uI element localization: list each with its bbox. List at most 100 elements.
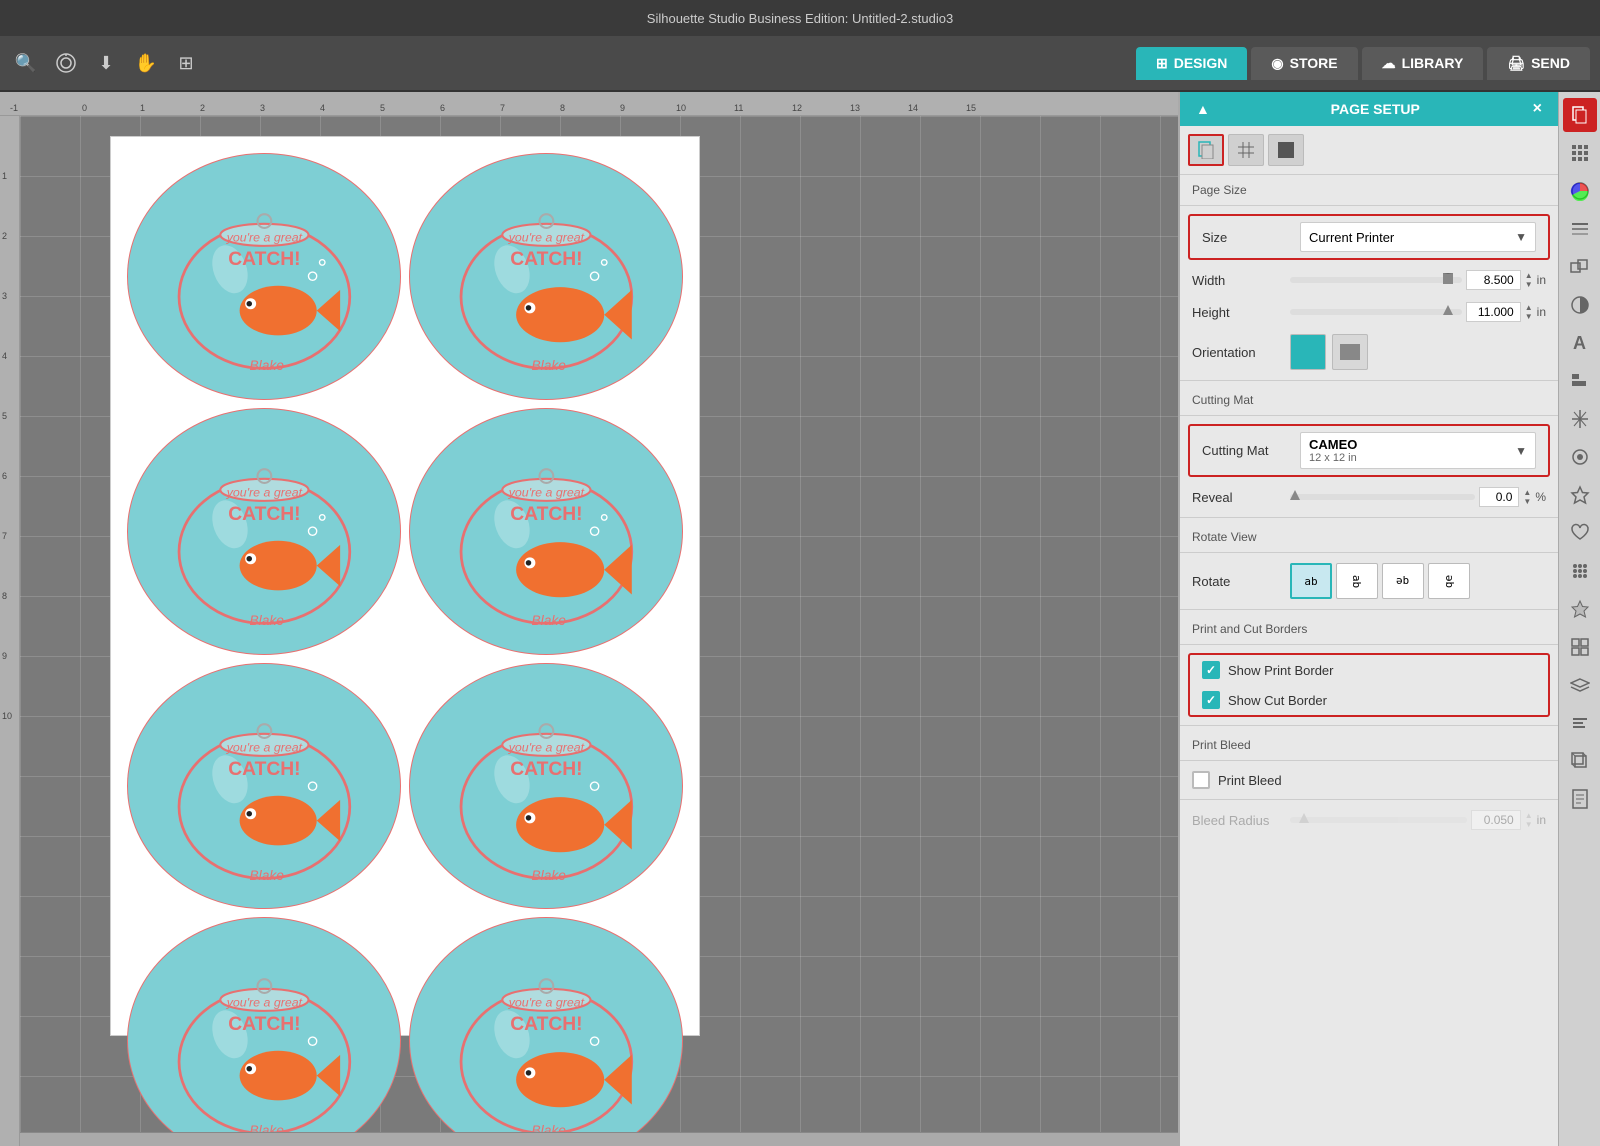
panel-title: PAGE SETUP — [1218, 101, 1533, 117]
svg-text:CATCH!: CATCH! — [510, 1014, 582, 1035]
reveal-slider-thumb — [1290, 490, 1300, 500]
width-value[interactable]: 8.500 — [1466, 270, 1521, 290]
tab-store[interactable]: ◉ STORE — [1251, 47, 1357, 80]
width-down-arrow[interactable]: ▼ — [1525, 280, 1533, 289]
fishbowl-1: you're a great CATCH! -Blake — [127, 153, 401, 400]
rotate-btn-90[interactable]: ab — [1336, 563, 1378, 599]
rotate-btn-270[interactable]: qe — [1428, 563, 1470, 599]
svg-text:you're a great: you're a great — [225, 995, 302, 1009]
zoom-fit-tool-icon[interactable] — [50, 47, 82, 79]
cutting-mat-dropdown-arrow: ▼ — [1515, 444, 1527, 458]
height-label: Height — [1192, 305, 1282, 320]
size-dropdown[interactable]: Current Printer ▼ — [1300, 222, 1536, 252]
pixel-toolbar-icon[interactable] — [1563, 136, 1597, 170]
layers-toolbar-icon[interactable] — [1563, 668, 1597, 702]
fishbowl-6: you're a great CATCH! -Blake — [409, 663, 683, 910]
chevron-up-icon[interactable]: ▲ — [1196, 101, 1210, 117]
cutting-mat-sub: 12 x 12 in — [1309, 452, 1357, 464]
svg-text:you're a great: you're a great — [507, 995, 584, 1009]
svg-text:you're a great: you're a great — [507, 231, 584, 245]
add-tool-icon[interactable]: ⊞ — [170, 47, 202, 79]
tab-page[interactable] — [1188, 134, 1224, 166]
svg-text:CATCH!: CATCH! — [228, 1014, 300, 1035]
divider-3 — [1180, 415, 1558, 416]
star-toolbar-icon[interactable] — [1563, 478, 1597, 512]
divider-5 — [1180, 552, 1558, 553]
svg-text:CATCH!: CATCH! — [228, 759, 300, 780]
divider-8 — [1180, 725, 1558, 726]
tab-color[interactable] — [1268, 134, 1304, 166]
height-up-arrow[interactable]: ▲ — [1525, 303, 1533, 312]
rotate-btn-0[interactable]: ab — [1290, 563, 1332, 599]
rotate-btn-180[interactable]: qe — [1382, 563, 1424, 599]
puzzle-toolbar-icon[interactable] — [1563, 630, 1597, 664]
cutting-mat-section-label: Cutting Mat — [1180, 385, 1558, 411]
fishbowl-3: you're a great CATCH! -Blake — [127, 408, 401, 655]
width-label: Width — [1192, 273, 1282, 288]
print-cut-highlight: ✓ Show Print Border ✓ Show Cut Border — [1188, 653, 1550, 717]
tab-library[interactable]: ☁ LIBRARY — [1362, 47, 1484, 80]
width-field-row: Width 8.500 ▲ ▼ in — [1180, 264, 1558, 296]
tab-send[interactable]: 🖨 SEND — [1487, 47, 1590, 80]
top-nav: 🔍 ⬇ ✋ ⊞ ⊞ DESIGN ◉ STORE ☁ LIBRARY 🖨 SEN… — [0, 36, 1600, 92]
landscape-button[interactable] — [1332, 334, 1368, 370]
lines2-toolbar-icon[interactable] — [1563, 706, 1597, 740]
dropdown-arrow-icon: ▼ — [1515, 230, 1527, 244]
arrow-tool-icon[interactable]: ⬇ — [90, 47, 122, 79]
svg-text:CATCH!: CATCH! — [510, 504, 582, 525]
show-cut-border-label: Show Cut Border — [1228, 693, 1327, 708]
horizontal-scrollbar[interactable] — [20, 1132, 1178, 1146]
dots-toolbar-icon[interactable] — [1563, 554, 1597, 588]
text-toolbar-icon[interactable]: A — [1563, 326, 1597, 360]
height-field-row: Height 11.000 ▲ ▼ in — [1180, 296, 1558, 328]
tab-grid[interactable] — [1228, 134, 1264, 166]
print-bleed-row: Print Bleed — [1180, 765, 1558, 795]
lines-toolbar-icon[interactable] — [1563, 212, 1597, 246]
zoom-tool-icon[interactable]: 🔍 — [10, 47, 42, 79]
shape-toolbar-icon[interactable] — [1563, 440, 1597, 474]
canvas-content[interactable]: you're a great CATCH! -Blake — [20, 116, 1178, 1146]
show-print-border-label: Show Print Border — [1228, 663, 1334, 678]
height-value[interactable]: 11.000 — [1466, 302, 1521, 322]
reveal-up-arrow[interactable]: ▲ — [1523, 488, 1531, 497]
divider-9 — [1180, 760, 1558, 761]
show-cut-border-row: ✓ Show Cut Border — [1190, 685, 1548, 715]
show-cut-border-checkbox[interactable]: ✓ — [1202, 691, 1220, 709]
bleed-radius-field-row: Bleed Radius 0.050 ▲ ▼ in — [1180, 804, 1558, 836]
color-toolbar-icon[interactable] — [1563, 174, 1597, 208]
align-toolbar-icon[interactable] — [1563, 364, 1597, 398]
print-cut-section-label: Print and Cut Borders — [1180, 614, 1558, 640]
reveal-field-row: Reveal 0.0 ▲ ▼ % — [1180, 481, 1558, 513]
heart-toolbar-icon[interactable] — [1563, 516, 1597, 550]
magic-toolbar-icon[interactable] — [1563, 402, 1597, 436]
star2-toolbar-icon[interactable] — [1563, 592, 1597, 626]
height-down-arrow[interactable]: ▼ — [1525, 312, 1533, 321]
fishbowl-7: you're a great CATCH! -Blake — [127, 917, 401, 1146]
svg-text:-Blake: -Blake — [245, 358, 284, 373]
print-bleed-checkbox[interactable] — [1192, 771, 1210, 789]
replicate-toolbar-icon[interactable] — [1563, 250, 1597, 284]
close-icon[interactable]: × — [1533, 100, 1542, 118]
portrait-button[interactable] — [1290, 334, 1326, 370]
send-icon: 🖨 — [1507, 55, 1525, 72]
reveal-value[interactable]: 0.0 — [1479, 487, 1519, 507]
page-setup-toolbar-icon[interactable] — [1563, 98, 1597, 132]
tab-design[interactable]: ⊞ DESIGN — [1136, 47, 1247, 80]
divider-6 — [1180, 609, 1558, 610]
divider-1 — [1180, 205, 1558, 206]
fishbowl-2: you're a great CATCH! -Blake — [409, 153, 683, 400]
hand-tool-icon[interactable]: ✋ — [130, 47, 162, 79]
title-bar: Silhouette Studio Business Edition: Unti… — [0, 0, 1600, 36]
cutting-mat-dropdown[interactable]: CAMEO 12 x 12 in ▼ — [1300, 432, 1536, 469]
width-up-arrow[interactable]: ▲ — [1525, 271, 1533, 280]
svg-text:CATCH!: CATCH! — [228, 249, 300, 270]
3d-toolbar-icon[interactable] — [1563, 744, 1597, 778]
tab-library-label: LIBRARY — [1402, 55, 1464, 71]
svg-text:CATCH!: CATCH! — [510, 759, 582, 780]
contrast-toolbar-icon[interactable] — [1563, 288, 1597, 322]
show-print-border-checkbox[interactable]: ✓ — [1202, 661, 1220, 679]
tab-store-label: STORE — [1290, 55, 1338, 71]
bleed-up-arrow: ▲ — [1525, 811, 1533, 820]
page2-toolbar-icon[interactable] — [1563, 782, 1597, 816]
reveal-down-arrow[interactable]: ▼ — [1523, 497, 1531, 506]
